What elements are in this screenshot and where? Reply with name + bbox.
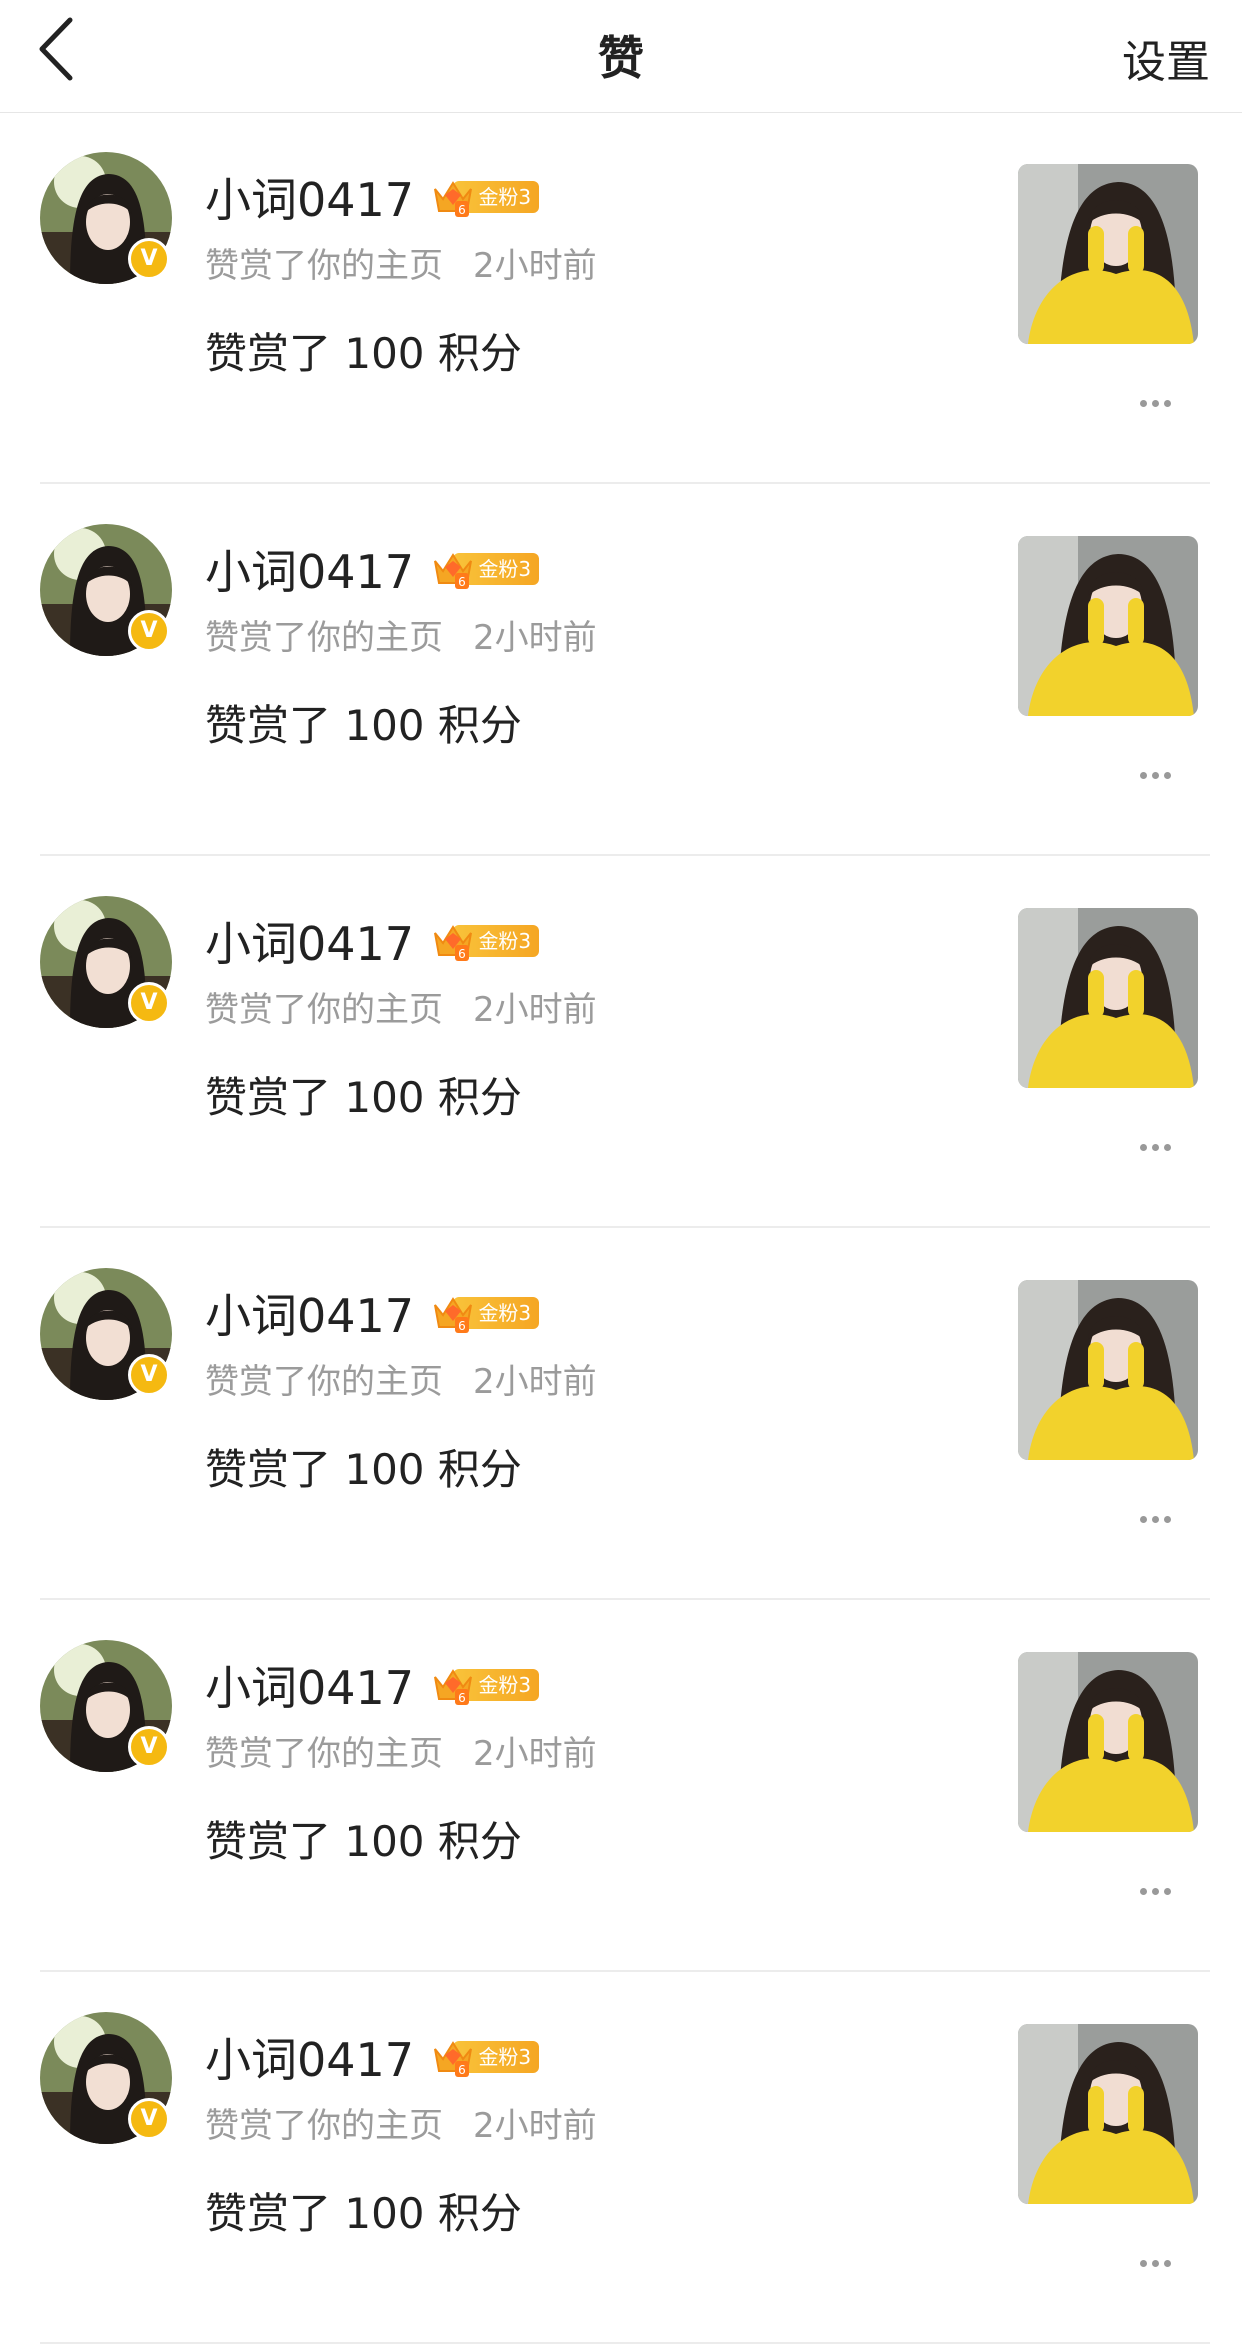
top-navigation-bar: 赞 设置: [0, 0, 1242, 113]
verified-v-icon: V: [128, 2098, 170, 2140]
more-dots-icon[interactable]: [1140, 392, 1180, 412]
user-row: 小词0417 金粉3 6: [205, 536, 540, 602]
username[interactable]: 小词0417: [205, 917, 414, 971]
fan-badge: 金粉3 6: [431, 2039, 540, 2077]
avatar[interactable]: V: [40, 1640, 172, 1772]
verified-v-icon: V: [128, 982, 170, 1024]
reward-content: 赞赏了 100 积分: [205, 701, 522, 750]
post-thumbnail[interactable]: [1018, 1652, 1198, 1832]
fan-badge: 金粉3 6: [431, 551, 540, 589]
username[interactable]: 小词0417: [205, 173, 414, 227]
more-dots-icon[interactable]: [1140, 1508, 1180, 1528]
fan-badge: 金粉3 6: [431, 923, 540, 961]
activity-meta: 赞赏了你的主页 2小时前: [205, 238, 597, 287]
reward-content: 赞赏了 100 积分: [205, 1817, 522, 1866]
timestamp: 2小时前: [473, 990, 597, 1030]
timestamp: 2小时前: [473, 1362, 597, 1402]
activity-meta: 赞赏了你的主页 2小时前: [205, 1726, 597, 1775]
notification-item[interactable]: V 小词0417 金粉3 6 赞赏了你的主页 2小时前 赞赏了 100 积分: [0, 1972, 1242, 2344]
post-thumbnail[interactable]: [1018, 1280, 1198, 1460]
username[interactable]: 小词0417: [205, 1661, 414, 1715]
more-dots-icon[interactable]: [1140, 1880, 1180, 1900]
avatar[interactable]: V: [40, 524, 172, 656]
notification-item[interactable]: V 小词0417 金粉3 6 赞赏了你的主页 2小时前 赞赏了 100 积分: [0, 1228, 1242, 1600]
more-dots-icon[interactable]: [1140, 2252, 1180, 2272]
fan-level: 6: [458, 1691, 466, 1705]
fan-level: 6: [458, 947, 466, 961]
notification-item[interactable]: V 小词0417 金粉3 6 赞赏了你的主页 2小时前 赞赏了 100 积分: [0, 856, 1242, 1228]
notification-item[interactable]: V 小词0417 金粉3 6 赞赏了你的主页 2小时前 赞赏了 100 积分: [0, 484, 1242, 856]
fan-badge: 金粉3 6: [431, 1295, 540, 1333]
timestamp: 2小时前: [473, 1734, 597, 1774]
user-row: 小词0417 金粉3 6: [205, 1280, 540, 1346]
settings-button[interactable]: 设置: [1122, 26, 1210, 90]
reward-content: 赞赏了 100 积分: [205, 2189, 522, 2238]
fan-badge: 金粉3 6: [431, 1667, 540, 1705]
avatar[interactable]: V: [40, 1268, 172, 1400]
avatar[interactable]: V: [40, 152, 172, 284]
more-dots-icon[interactable]: [1140, 1136, 1180, 1156]
user-row: 小词0417 金粉3 6: [205, 1652, 540, 1718]
action-text: 赞赏了你的主页: [205, 618, 443, 658]
reward-content: 赞赏了 100 积分: [205, 329, 522, 378]
notification-list: V 小词0417 金粉3 6 赞赏了你的主页 2小时前 赞赏了 100 积分 V…: [0, 112, 1242, 2344]
notification-item[interactable]: V 小词0417 金粉3 6 赞赏了你的主页 2小时前 赞赏了 100 积分: [0, 1600, 1242, 1972]
post-thumbnail[interactable]: [1018, 164, 1198, 344]
reward-content: 赞赏了 100 积分: [205, 1073, 522, 1122]
user-row: 小词0417 金粉3 6: [205, 164, 540, 230]
activity-meta: 赞赏了你的主页 2小时前: [205, 982, 597, 1031]
more-dots-icon[interactable]: [1140, 764, 1180, 784]
crown-icon: 6: [434, 925, 473, 961]
fan-level: 6: [458, 2063, 466, 2077]
action-text: 赞赏了你的主页: [205, 246, 443, 286]
fan-level: 6: [458, 575, 466, 589]
crown-icon: 6: [434, 1297, 473, 1333]
notification-item[interactable]: V 小词0417 金粉3 6 赞赏了你的主页 2小时前 赞赏了 100 积分: [0, 112, 1242, 484]
timestamp: 2小时前: [473, 618, 597, 658]
activity-meta: 赞赏了你的主页 2小时前: [205, 1354, 597, 1403]
avatar[interactable]: V: [40, 896, 172, 1028]
crown-icon: 6: [434, 553, 473, 589]
reward-content: 赞赏了 100 积分: [205, 1445, 522, 1494]
page-title: 赞: [598, 31, 644, 85]
post-thumbnail[interactable]: [1018, 908, 1198, 1088]
fan-badge: 金粉3 6: [431, 179, 540, 217]
post-thumbnail[interactable]: [1018, 2024, 1198, 2204]
crown-icon: 6: [434, 181, 473, 217]
verified-v-icon: V: [128, 238, 170, 280]
action-text: 赞赏了你的主页: [205, 990, 443, 1030]
user-row: 小词0417 金粉3 6: [205, 2024, 540, 2090]
timestamp: 2小时前: [473, 2106, 597, 2146]
chevron-left-icon: [39, 17, 73, 81]
avatar[interactable]: V: [40, 2012, 172, 2144]
verified-v-icon: V: [128, 610, 170, 652]
activity-meta: 赞赏了你的主页 2小时前: [205, 2098, 597, 2147]
verified-v-icon: V: [128, 1726, 170, 1768]
username[interactable]: 小词0417: [205, 2033, 414, 2087]
timestamp: 2小时前: [473, 246, 597, 286]
username[interactable]: 小词0417: [205, 545, 414, 599]
user-row: 小词0417 金粉3 6: [205, 908, 540, 974]
action-text: 赞赏了你的主页: [205, 1734, 443, 1774]
activity-meta: 赞赏了你的主页 2小时前: [205, 610, 597, 659]
verified-v-icon: V: [128, 1354, 170, 1396]
crown-icon: 6: [434, 1669, 473, 1705]
crown-icon: 6: [434, 2041, 473, 2077]
post-thumbnail[interactable]: [1018, 536, 1198, 716]
fan-level: 6: [458, 1319, 466, 1333]
action-text: 赞赏了你的主页: [205, 1362, 443, 1402]
back-button[interactable]: [30, 14, 90, 84]
action-text: 赞赏了你的主页: [205, 2106, 443, 2146]
username[interactable]: 小词0417: [205, 1289, 414, 1343]
fan-level: 6: [458, 203, 466, 217]
